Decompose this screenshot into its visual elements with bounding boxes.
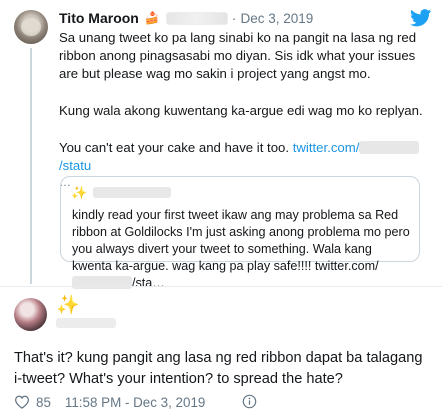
avatar[interactable] bbox=[14, 10, 48, 44]
tweet-paragraph-3: You can't eat your cake and have it too.… bbox=[59, 139, 431, 175]
reply-header: ✨ bbox=[56, 295, 116, 328]
cake-emoji: 🍰 bbox=[144, 11, 160, 25]
quoted-tweet-body: kindly read your first tweet ikaw ang ma… bbox=[72, 208, 410, 273]
heart-icon[interactable] bbox=[14, 395, 30, 409]
thread-line bbox=[30, 48, 32, 284]
tweet-header: Tito Maroon 🍰 · Dec 3, 2019 bbox=[59, 9, 313, 27]
quoted-tweet-header: ✨ bbox=[71, 184, 172, 200]
tweet-paragraph-2: Kung wala akong kuwentang ka-argue edi w… bbox=[59, 103, 423, 118]
info-icon[interactable] bbox=[242, 394, 257, 409]
quoted-tweet-card[interactable]: ✨ kindly read your first tweet ikaw ang … bbox=[60, 176, 420, 290]
redacted-handle bbox=[165, 11, 228, 25]
twitter-bird-icon[interactable] bbox=[410, 9, 432, 27]
redacted-quoted-link bbox=[72, 276, 132, 289]
reply-avatar[interactable] bbox=[14, 298, 47, 331]
tweet-paragraph-3-text: You can't eat your cake and have it too. bbox=[59, 140, 293, 155]
redacted-link bbox=[359, 141, 420, 154]
reply-text: That's it? kung pangit ang lasa ng red r… bbox=[14, 350, 423, 387]
tweet-date[interactable]: Dec 3, 2019 bbox=[240, 11, 313, 26]
separator-dot: · bbox=[231, 10, 237, 26]
sparkle-icon: ✨ bbox=[56, 295, 80, 316]
quoted-tweet-text: kindly read your first tweet ikaw ang ma… bbox=[72, 207, 414, 292]
tweet-link-suffix[interactable]: /statu bbox=[59, 158, 91, 173]
original-tweet: Tito Maroon 🍰 · Dec 3, 2019 Sa unang twe… bbox=[0, 0, 442, 290]
divider bbox=[0, 286, 442, 287]
author-name[interactable]: Tito Maroon bbox=[59, 10, 139, 26]
tweet-link-prefix[interactable]: twitter.com/ bbox=[293, 140, 360, 155]
quoted-tweet-link-suffix: /sta… bbox=[132, 276, 165, 290]
redacted-reply-handle bbox=[56, 318, 116, 328]
tweet-body: Sa unang tweet ko pa lang sinabi ko na p… bbox=[59, 29, 431, 189]
tweet-paragraph-1: Sa unang tweet ko pa lang sinabi ko na p… bbox=[59, 30, 417, 81]
sparkle-icon: ✨ bbox=[71, 184, 88, 200]
tweet-footer: 85 11:58 PM - Dec 3, 2019 bbox=[14, 393, 257, 411]
reply-timestamp[interactable]: 11:58 PM - Dec 3, 2019 bbox=[65, 395, 205, 410]
redacted-quoted-handle bbox=[93, 186, 172, 198]
like-count: 85 bbox=[36, 394, 51, 410]
